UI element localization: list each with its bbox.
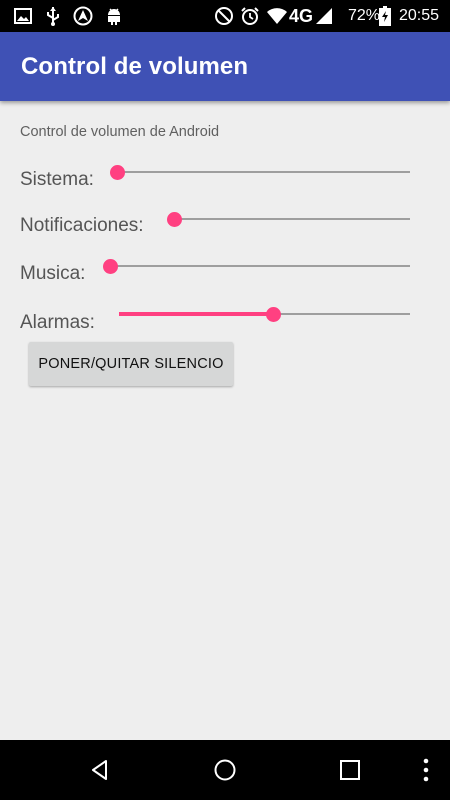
- clock: 20:55: [399, 7, 440, 24]
- recents-button[interactable]: [330, 740, 370, 800]
- battery-charging-icon: [379, 0, 391, 32]
- page-subtitle: Control de volumen de Android: [20, 124, 220, 140]
- label-notificaciones: Notificaciones:: [20, 215, 144, 236]
- app-bar: Control de volumen: [0, 32, 450, 101]
- home-button[interactable]: [205, 740, 245, 800]
- home-icon: [214, 759, 236, 781]
- wifi-icon: [266, 0, 288, 32]
- android-debug-icon: [105, 0, 123, 32]
- signal-icon: [315, 0, 333, 32]
- network-type: 4G: [289, 6, 314, 26]
- navigation-bar: [0, 740, 450, 800]
- app-title: Control de volumen: [21, 53, 249, 80]
- slider-track: [110, 265, 410, 267]
- image-icon: [14, 0, 32, 32]
- mute-toggle-button[interactable]: PONER/QUITAR SILENCIO: [29, 342, 233, 386]
- android-auto-icon: [73, 0, 93, 32]
- more-options-icon: [423, 758, 429, 782]
- label-sistema: Sistema:: [20, 169, 94, 190]
- slider-musica[interactable]: [103, 254, 410, 278]
- more-options-button[interactable]: [414, 740, 438, 800]
- slider-thumb[interactable]: [103, 259, 118, 274]
- slider-notificaciones[interactable]: [167, 207, 410, 231]
- slider-sistema[interactable]: [110, 160, 410, 184]
- slider-thumb[interactable]: [110, 165, 125, 180]
- slider-thumb[interactable]: [167, 212, 182, 227]
- slider-track: [117, 171, 410, 173]
- slider-alarmas[interactable]: [119, 302, 410, 326]
- label-musica: Musica:: [20, 263, 86, 284]
- status-bar: 4G 72% 20:55: [0, 0, 450, 32]
- slider-track: [174, 218, 410, 220]
- back-icon: [92, 760, 107, 780]
- alarm-icon: [240, 0, 260, 32]
- usb-icon: [46, 0, 60, 32]
- label-alarmas: Alarmas:: [20, 312, 95, 333]
- battery-percent: 72%: [348, 7, 381, 24]
- back-button[interactable]: [80, 740, 120, 800]
- slider-thumb[interactable]: [266, 307, 282, 322]
- slider-fill: [119, 312, 274, 316]
- recents-icon: [340, 760, 360, 780]
- do-not-disturb-icon: [214, 0, 234, 32]
